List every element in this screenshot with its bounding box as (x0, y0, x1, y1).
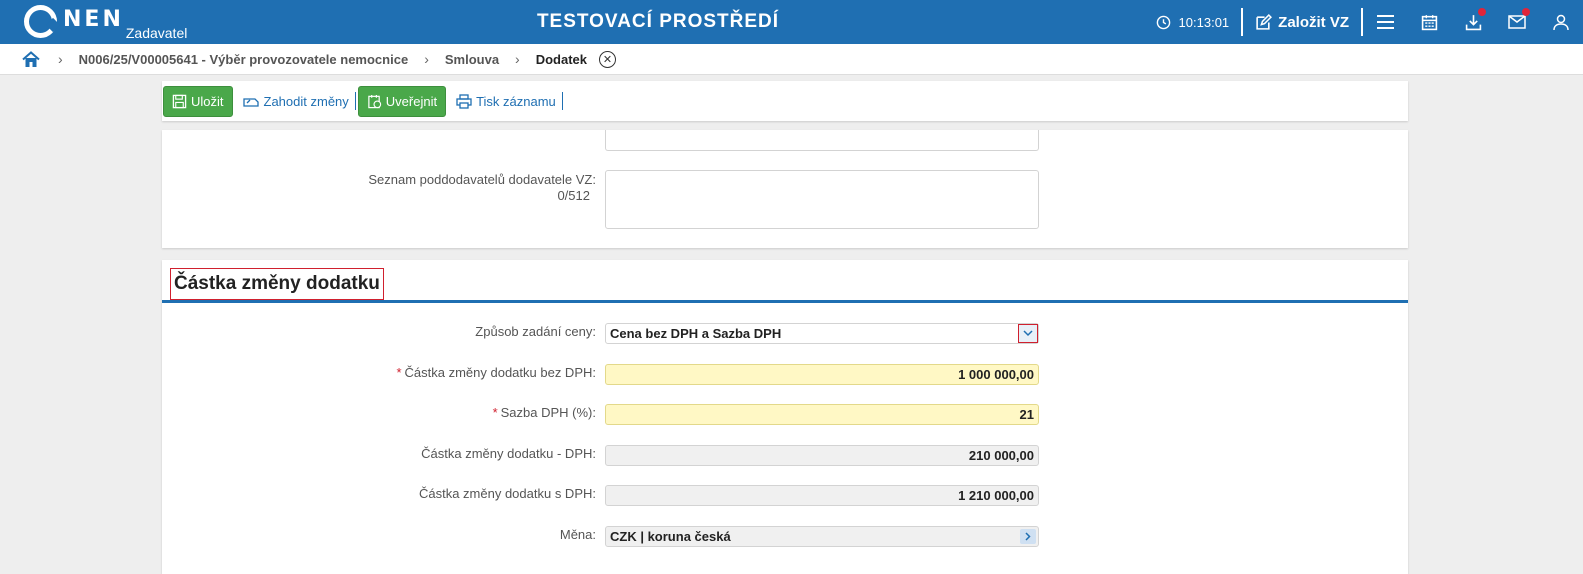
amount-no-vat-value: 1 000 000,00 (958, 367, 1034, 382)
clock-time: 10:13:01 (1178, 14, 1230, 30)
chevron-right-icon: › (515, 51, 520, 67)
download-icon (1465, 14, 1481, 30)
price-mode-select[interactable]: Cena bez DPH a Sazba DPH (605, 323, 1039, 344)
price-mode-label: Způsob zadání ceny: (475, 324, 596, 339)
calendar-icon (1421, 14, 1437, 30)
divider (354, 92, 356, 110)
price-mode-value: Cena bez DPH a Sazba DPH (610, 326, 782, 341)
save-icon (172, 94, 187, 108)
print-icon (456, 93, 472, 109)
required-marker: * (396, 365, 402, 380)
create-vz-label: Založit VZ (1278, 13, 1349, 31)
subcontractors-textarea[interactable] (605, 170, 1039, 229)
vat-amount-value: 210 000,00 (968, 448, 1034, 463)
breadcrumb: › N006/25/V00005641 - Výběr provozovatel… (0, 44, 1583, 75)
amount-no-vat-label: Částka změny dodatku bez DPH: (404, 365, 596, 380)
top-actions: 10:13:01 Založit VZ (1156, 0, 1583, 44)
subcontractors-label-group: Seznam poddodavatelů dodavatele VZ: 0/51… (368, 172, 596, 204)
currency-field: CZK | koruna česká (605, 526, 1039, 547)
section-title: Částka změny dodatku (170, 268, 384, 300)
mail-icon (1508, 15, 1526, 29)
print-label: Tisk záznamu (476, 93, 556, 109)
chevron-right-icon: › (58, 51, 63, 67)
previous-textarea[interactable] (605, 130, 1039, 151)
divider (561, 92, 563, 110)
publish-label: Uveřejnit (385, 93, 438, 109)
downloads-button[interactable] (1451, 0, 1495, 44)
breadcrumb-item-tender[interactable]: N006/25/V00005641 - Výběr provozovatele … (79, 52, 409, 67)
breadcrumb-item-current: Dodatek (535, 51, 588, 67)
notification-dot (1522, 8, 1530, 16)
vat-rate-input[interactable]: 21 (605, 404, 1039, 425)
calendar-button[interactable] (1407, 0, 1451, 44)
messages-button[interactable] (1495, 0, 1539, 44)
home-icon (22, 50, 40, 67)
action-toolbar: Uložit Zahodit změny Uveřejnit Tisk zázn… (162, 81, 1408, 121)
amount-with-vat-label: Částka změny dodatku s DPH: (418, 486, 596, 501)
chevron-down-icon[interactable] (1018, 324, 1038, 343)
publish-icon (368, 94, 381, 108)
chevron-right-icon[interactable] (1020, 529, 1036, 544)
currency-value: CZK | koruna česká (610, 529, 731, 544)
breadcrumb-item-contract[interactable]: Smlouva (445, 52, 499, 67)
home-link[interactable] (22, 49, 42, 69)
amount-with-vat-value: 1 210 000,00 (958, 488, 1034, 503)
session-clock: 10:13:01 (1156, 15, 1242, 30)
vat-rate-value: 21 (1019, 407, 1034, 422)
top-bar: NEN Zadavatel TESTOVACÍ PROSTŘEDÍ 10:13:… (0, 0, 1583, 44)
user-icon (1553, 14, 1569, 30)
subcontractors-label: Seznam poddodavatelů dodavatele VZ: (368, 172, 596, 187)
amount-no-vat-input[interactable]: 1 000 000,00 (605, 364, 1039, 385)
create-vz-button[interactable]: Založit VZ (1243, 14, 1361, 31)
amount-with-vat-field: 1 210 000,00 (605, 485, 1039, 506)
discard-changes-button[interactable]: Zahodit změny (237, 94, 355, 109)
save-label: Uložit (191, 93, 224, 109)
vat-rate-label: Sazba DPH (%): (500, 405, 596, 420)
required-marker: * (492, 405, 498, 420)
amendment-amount-panel: Částka změny dodatku Způsob zadání ceny:… (162, 260, 1408, 574)
amount-no-vat-label-group: * Částka změny dodatku bez DPH: (396, 365, 596, 380)
currency-label: Měna: (559, 527, 596, 542)
subcontractors-panel: Seznam poddodavatelů dodavatele VZ: 0/51… (162, 130, 1408, 248)
vat-rate-label-group: * Sazba DPH (%): (493, 405, 596, 420)
save-button[interactable]: Uložit (163, 85, 233, 117)
menu-button[interactable] (1363, 0, 1407, 44)
close-icon[interactable]: ✕ (599, 50, 617, 68)
undo-icon (242, 98, 259, 107)
user-button[interactable] (1539, 0, 1583, 44)
print-record-button[interactable]: Tisk záznamu (450, 94, 562, 109)
notification-dot (1478, 8, 1486, 16)
chevron-right-icon: › (424, 51, 429, 67)
clock-icon (1156, 15, 1170, 29)
environment-title: TESTOVACÍ PROSTŘEDÍ (536, 11, 780, 32)
edit-icon (1256, 13, 1273, 30)
vat-amount-label: Částka změny dodatku - DPH: (421, 446, 596, 461)
hamburger-icon (1376, 15, 1394, 29)
vat-amount-field: 210 000,00 (605, 445, 1039, 466)
publish-button[interactable]: Uveřejnit (357, 85, 447, 117)
character-counter: 0/512 (557, 188, 590, 203)
discard-label: Zahodit změny (263, 93, 349, 109)
section-divider (162, 300, 1408, 303)
